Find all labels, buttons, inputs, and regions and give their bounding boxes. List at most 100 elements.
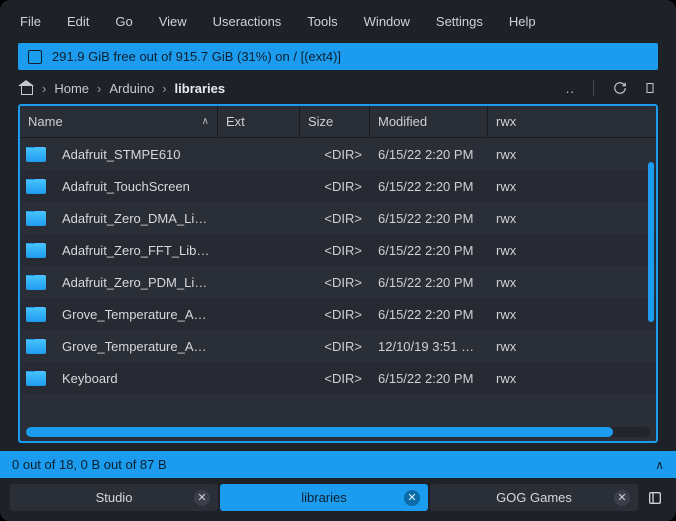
row-modified: 6/15/22 2:20 PM <box>370 371 488 386</box>
row-name: Adafruit_Zero_FFT_Libr... <box>54 243 218 258</box>
row-size: <DIR> <box>300 147 370 162</box>
folder-icon <box>26 211 46 226</box>
chevron-up-icon[interactable]: ∧ <box>655 458 664 472</box>
row-name: Keyboard <box>54 371 218 386</box>
header-rwx[interactable]: rwx <box>488 106 656 137</box>
folder-icon <box>26 179 46 194</box>
row-rwx: rwx <box>488 371 548 386</box>
tab-bar: Studio ✕ libraries ✕ GOG Games ✕ <box>0 478 676 521</box>
row-rwx: rwx <box>488 275 548 290</box>
row-size: <DIR> <box>300 211 370 226</box>
row-name: Adafruit_TouchScreen <box>54 179 218 194</box>
free-space-bar[interactable]: 291.9 GiB free out of 915.7 GiB (31%) on… <box>18 43 658 70</box>
crumb-home[interactable]: Home <box>54 81 89 96</box>
row-name: Adafruit_STMPE610 <box>54 147 218 162</box>
new-tab-button[interactable] <box>644 487 666 509</box>
menu-window[interactable]: Window <box>352 10 422 33</box>
table-row[interactable]: Adafruit_Zero_FFT_Libr... <DIR> 6/15/22 … <box>20 234 656 266</box>
table-row[interactable]: Grove_Temperature_An... <DIR> 6/15/22 2:… <box>20 298 656 330</box>
row-rwx: rwx <box>488 243 548 258</box>
header-name[interactable]: Name ∧ <box>20 106 218 137</box>
row-name: Grove_Temperature_An... <box>54 307 218 322</box>
folder-icon <box>26 243 46 258</box>
folder-icon <box>26 275 46 290</box>
disk-icon <box>28 50 42 64</box>
header-modified-label: Modified <box>378 114 427 129</box>
row-size: <DIR> <box>300 371 370 386</box>
folder-icon <box>26 307 46 322</box>
tab-label: GOG Games <box>496 490 572 505</box>
close-icon[interactable]: ✕ <box>194 490 210 506</box>
row-modified: 6/15/22 2:20 PM <box>370 307 488 322</box>
selection-status: 0 out of 18, 0 B out of 87 B <box>12 457 167 472</box>
menubar: File Edit Go View Useractions Tools Wind… <box>0 0 676 43</box>
file-rows: Adafruit_STMPE610 <DIR> 6/15/22 2:20 PM … <box>20 138 656 423</box>
row-modified: 6/15/22 2:20 PM <box>370 211 488 226</box>
chevron-right-icon: › <box>42 81 46 96</box>
row-modified: 6/15/22 2:20 PM <box>370 275 488 290</box>
row-size: <DIR> <box>300 307 370 322</box>
tab-gog-games[interactable]: GOG Games ✕ <box>430 484 638 511</box>
file-manager-window: File Edit Go View Useractions Tools Wind… <box>0 0 676 521</box>
menu-file[interactable]: File <box>8 10 53 33</box>
close-icon[interactable]: ✕ <box>614 490 630 506</box>
row-rwx: rwx <box>488 211 548 226</box>
row-modified: 12/10/19 3:51 PM <box>370 339 488 354</box>
crumb-arduino[interactable]: Arduino <box>109 81 154 96</box>
go-up-button[interactable]: .. <box>560 81 581 96</box>
row-rwx: rwx <box>488 307 548 322</box>
refresh-icon[interactable] <box>612 80 628 96</box>
menu-edit[interactable]: Edit <box>55 10 101 33</box>
table-row[interactable]: Adafruit_Zero_DMA_Lib... <DIR> 6/15/22 2… <box>20 202 656 234</box>
row-modified: 6/15/22 2:20 PM <box>370 179 488 194</box>
header-size[interactable]: Size <box>300 106 370 137</box>
table-row[interactable]: Keyboard <DIR> 6/15/22 2:20 PM rwx <box>20 362 656 394</box>
row-name: Adafruit_Zero_DMA_Lib... <box>54 211 218 226</box>
crumb-libraries[interactable]: libraries <box>175 81 226 96</box>
table-row[interactable]: Adafruit_TouchScreen <DIR> 6/15/22 2:20 … <box>20 170 656 202</box>
header-ext-label: Ext <box>226 114 245 129</box>
tab-studio[interactable]: Studio ✕ <box>10 484 218 511</box>
row-size: <DIR> <box>300 179 370 194</box>
status-bar: 0 out of 18, 0 B out of 87 B ∧ <box>0 451 676 478</box>
tab-libraries[interactable]: libraries ✕ <box>220 484 428 511</box>
header-rwx-label: rwx <box>496 114 516 129</box>
row-size: <DIR> <box>300 339 370 354</box>
sort-asc-icon: ∧ <box>202 116 209 127</box>
row-modified: 6/15/22 2:20 PM <box>370 147 488 162</box>
menu-go[interactable]: Go <box>103 10 144 33</box>
row-name: Grove_Temperature_An... <box>54 339 218 354</box>
chevron-right-icon: › <box>162 81 166 96</box>
header-name-label: Name <box>28 114 63 129</box>
menu-useractions[interactable]: Useractions <box>201 10 294 33</box>
file-list-panel: Name ∧ Ext Size Modified rwx Adafruit_ST… <box>18 104 658 443</box>
menu-help[interactable]: Help <box>497 10 548 33</box>
header-modified[interactable]: Modified <box>370 106 488 137</box>
row-modified: 6/15/22 2:20 PM <box>370 243 488 258</box>
horizontal-scrollbar[interactable] <box>26 427 650 437</box>
home-icon[interactable] <box>18 81 34 95</box>
chevron-right-icon: › <box>97 81 101 96</box>
table-row[interactable]: Grove_Temperature_An... <DIR> 12/10/19 3… <box>20 330 656 362</box>
folder-icon <box>26 371 46 386</box>
tab-label: libraries <box>301 490 347 505</box>
bookmark-icon[interactable] <box>642 80 658 96</box>
close-icon[interactable]: ✕ <box>404 490 420 506</box>
folder-icon <box>26 147 46 162</box>
menu-view[interactable]: View <box>147 10 199 33</box>
row-name: Adafruit_Zero_PDM_Lib... <box>54 275 218 290</box>
column-headers: Name ∧ Ext Size Modified rwx <box>20 106 656 138</box>
row-size: <DIR> <box>300 275 370 290</box>
vertical-scrollbar[interactable] <box>648 162 654 322</box>
tab-label: Studio <box>96 490 133 505</box>
scrollbar-thumb[interactable] <box>26 427 613 437</box>
menu-tools[interactable]: Tools <box>295 10 349 33</box>
table-row[interactable]: Adafruit_Zero_PDM_Lib... <DIR> 6/15/22 2… <box>20 266 656 298</box>
divider <box>593 80 594 96</box>
folder-icon <box>26 339 46 354</box>
menu-settings[interactable]: Settings <box>424 10 495 33</box>
free-space-text: 291.9 GiB free out of 915.7 GiB (31%) on… <box>52 49 341 64</box>
header-ext[interactable]: Ext <box>218 106 300 137</box>
table-row[interactable]: Adafruit_STMPE610 <DIR> 6/15/22 2:20 PM … <box>20 138 656 170</box>
breadcrumb: › Home › Arduino › libraries .. <box>0 70 676 104</box>
